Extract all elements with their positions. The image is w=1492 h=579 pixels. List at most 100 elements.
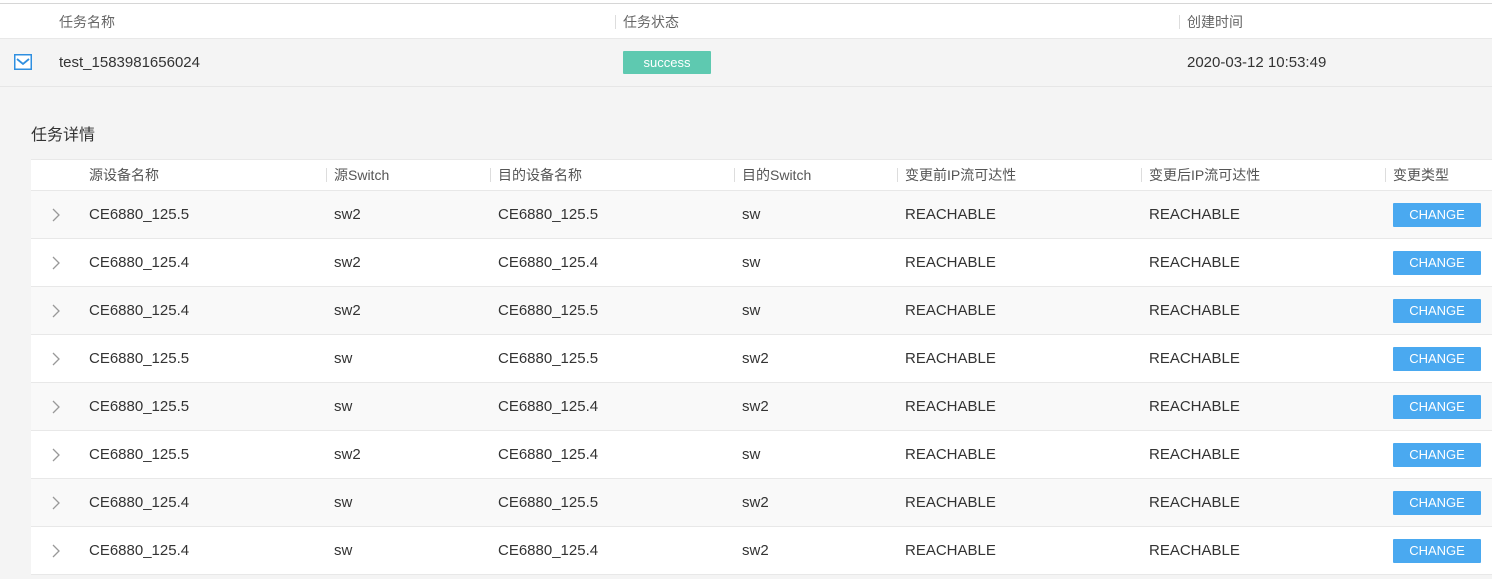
src-switch-cell: sw2 <box>334 302 361 319</box>
column-separator <box>615 15 616 29</box>
change-type-button[interactable]: CHANGE <box>1393 443 1481 467</box>
detail-table: 源设备名称 源Switch 目的设备名称 目的Switch 变更前IP流可达性 … <box>31 159 1492 575</box>
column-header-task-status[interactable]: 任务状态 <box>623 6 679 38</box>
column-header-after-reachability[interactable]: 变更后IP流可达性 <box>1149 160 1260 190</box>
column-separator <box>1385 168 1386 182</box>
dst-device-cell: CE6880_125.4 <box>498 398 599 415</box>
src-switch-cell: sw2 <box>334 446 361 463</box>
chevron-right-icon[interactable] <box>51 543 61 559</box>
column-header-before-reachability[interactable]: 变更前IP流可达性 <box>905 160 1016 190</box>
dst-switch-cell: sw <box>742 254 761 271</box>
change-type-button[interactable]: CHANGE <box>1393 203 1481 227</box>
src-device-cell: CE6880_125.4 <box>89 254 190 271</box>
table-row[interactable]: CE6880_125.4 sw CE6880_125.5 sw2 REACHABLE RE… <box>31 479 1492 527</box>
dst-device-cell: CE6880_125.5 <box>498 494 599 511</box>
change-type-button[interactable]: CHANGE <box>1393 299 1481 323</box>
change-type-button[interactable]: CHANGE <box>1393 347 1481 371</box>
src-switch-cell: sw2 <box>334 206 361 223</box>
column-separator <box>326 168 327 182</box>
dst-device-cell: CE6880_125.4 <box>498 446 599 463</box>
dst-device-cell: CE6880_125.5 <box>498 350 599 367</box>
after-reachability-cell: REACHABLE <box>1149 206 1240 223</box>
src-switch-cell: sw <box>334 542 353 559</box>
dst-device-cell: CE6880_125.4 <box>498 254 599 271</box>
dst-switch-cell: sw2 <box>742 350 769 367</box>
detail-table-body: CE6880_125.5 sw2 CE6880_125.5 sw REACHABLE RE… <box>31 191 1492 575</box>
detail-table-header: 源设备名称 源Switch 目的设备名称 目的Switch 变更前IP流可达性 … <box>31 159 1492 191</box>
chevron-right-icon[interactable] <box>51 351 61 367</box>
src-device-cell: CE6880_125.5 <box>89 350 190 367</box>
chevron-right-icon[interactable] <box>51 447 61 463</box>
column-separator <box>897 168 898 182</box>
task-detail-panel: 任务详情 源设备名称 源Switch 目的设备名称 目的Switch 变更前IP… <box>0 87 1492 579</box>
after-reachability-cell: REACHABLE <box>1149 302 1240 319</box>
task-table-header: 任务名称 任务状态 创建时间 <box>0 6 1492 39</box>
column-header-src-device[interactable]: 源设备名称 <box>89 160 159 190</box>
src-switch-cell: sw <box>334 494 353 511</box>
dst-switch-cell: sw2 <box>742 542 769 559</box>
dst-device-cell: CE6880_125.4 <box>498 542 599 559</box>
src-device-cell: CE6880_125.5 <box>89 398 190 415</box>
column-header-task-name[interactable]: 任务名称 <box>59 6 115 38</box>
chevron-right-icon[interactable] <box>51 255 61 271</box>
table-row[interactable]: CE6880_125.5 sw2 CE6880_125.5 sw REACHABLE RE… <box>31 191 1492 239</box>
table-row[interactable]: CE6880_125.5 sw CE6880_125.5 sw2 REACHABLE RE… <box>31 335 1492 383</box>
dst-switch-cell: sw <box>742 446 761 463</box>
change-type-button[interactable]: CHANGE <box>1393 395 1481 419</box>
after-reachability-cell: REACHABLE <box>1149 254 1240 271</box>
chevron-right-icon[interactable] <box>51 495 61 511</box>
src-switch-cell: sw <box>334 398 353 415</box>
column-separator <box>1179 15 1180 29</box>
detail-title: 任务详情 <box>31 127 96 144</box>
table-row[interactable]: CE6880_125.4 sw CE6880_125.4 sw2 REACHABLE RE… <box>31 527 1492 575</box>
change-type-button[interactable]: CHANGE <box>1393 491 1481 515</box>
dst-switch-cell: sw <box>742 206 761 223</box>
task-name: test_1583981656024 <box>59 54 200 71</box>
column-header-dst-switch[interactable]: 目的Switch <box>742 160 811 190</box>
after-reachability-cell: REACHABLE <box>1149 542 1240 559</box>
after-reachability-cell: REACHABLE <box>1149 350 1240 367</box>
before-reachability-cell: REACHABLE <box>905 542 996 559</box>
src-device-cell: CE6880_125.4 <box>89 302 190 319</box>
column-separator <box>1141 168 1142 182</box>
table-row[interactable]: CE6880_125.5 sw2 CE6880_125.4 sw REACHABLE RE… <box>31 431 1492 479</box>
after-reachability-cell: REACHABLE <box>1149 398 1240 415</box>
column-header-dst-device[interactable]: 目的设备名称 <box>498 160 582 190</box>
column-separator <box>734 168 735 182</box>
column-header-created-time[interactable]: 创建时间 <box>1187 6 1243 38</box>
chevron-right-icon[interactable] <box>51 207 61 223</box>
checkbox-checked-icon[interactable] <box>14 54 32 70</box>
src-device-cell: CE6880_125.4 <box>89 494 190 511</box>
src-switch-cell: sw <box>334 350 353 367</box>
src-device-cell: CE6880_125.5 <box>89 206 190 223</box>
src-device-cell: CE6880_125.4 <box>89 542 190 559</box>
chevron-right-icon[interactable] <box>51 303 61 319</box>
after-reachability-cell: REACHABLE <box>1149 494 1240 511</box>
top-divider <box>0 3 1492 4</box>
change-type-button[interactable]: CHANGE <box>1393 251 1481 275</box>
dst-switch-cell: sw <box>742 302 761 319</box>
before-reachability-cell: REACHABLE <box>905 494 996 511</box>
dst-switch-cell: sw2 <box>742 494 769 511</box>
dst-device-cell: CE6880_125.5 <box>498 302 599 319</box>
dst-device-cell: CE6880_125.5 <box>498 206 599 223</box>
before-reachability-cell: REACHABLE <box>905 398 996 415</box>
table-row[interactable]: CE6880_125.4 sw2 CE6880_125.4 sw REACHABLE RE… <box>31 239 1492 287</box>
src-device-cell: CE6880_125.5 <box>89 446 190 463</box>
change-type-button[interactable]: CHANGE <box>1393 539 1481 563</box>
before-reachability-cell: REACHABLE <box>905 254 996 271</box>
before-reachability-cell: REACHABLE <box>905 206 996 223</box>
chevron-right-icon[interactable] <box>51 399 61 415</box>
column-header-change-type[interactable]: 变更类型 <box>1393 160 1449 190</box>
before-reachability-cell: REACHABLE <box>905 446 996 463</box>
task-created-time: 2020-03-12 10:53:49 <box>1187 54 1327 71</box>
task-row[interactable]: test_1583981656024 success 2020-03-12 10… <box>0 39 1492 87</box>
dst-switch-cell: sw2 <box>742 398 769 415</box>
table-row[interactable]: CE6880_125.4 sw2 CE6880_125.5 sw REACHABLE RE… <box>31 287 1492 335</box>
src-switch-cell: sw2 <box>334 254 361 271</box>
column-separator <box>490 168 491 182</box>
status-badge: success <box>623 51 711 74</box>
column-header-src-switch[interactable]: 源Switch <box>334 160 389 190</box>
table-row[interactable]: CE6880_125.5 sw CE6880_125.4 sw2 REACHABLE RE… <box>31 383 1492 431</box>
after-reachability-cell: REACHABLE <box>1149 446 1240 463</box>
